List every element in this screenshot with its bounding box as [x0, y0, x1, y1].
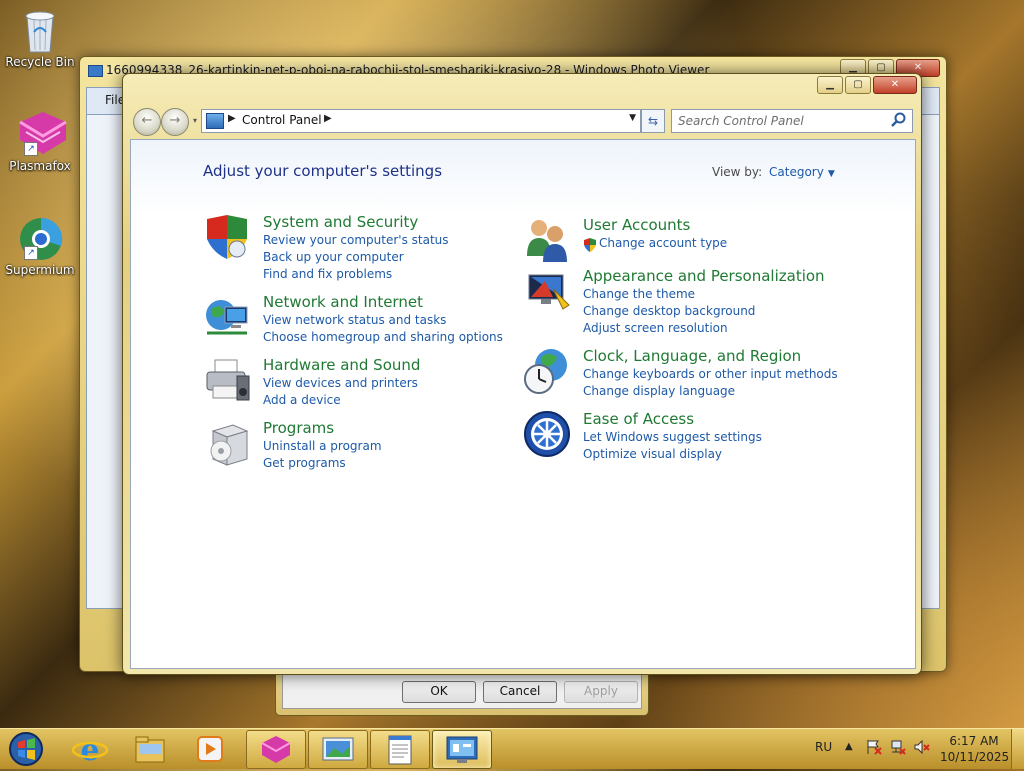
action-center-icon[interactable]	[866, 739, 882, 755]
search-input[interactable]	[676, 112, 890, 130]
link-desktop-background[interactable]: Change desktop background	[583, 304, 755, 318]
category-title[interactable]: Clock, Language, and Region	[583, 347, 801, 365]
photo-viewer-icon	[88, 65, 103, 77]
search-icon[interactable]	[891, 112, 907, 128]
link-change-account-type[interactable]: Change account type	[599, 236, 727, 250]
network-globe-icon[interactable]	[203, 293, 251, 341]
show-hidden-icons-button[interactable]: ▲	[845, 741, 853, 752]
link-network-status[interactable]: View network status and tasks	[263, 313, 446, 327]
view-by-value: Category	[769, 165, 824, 179]
taskbar-control-panel[interactable]	[432, 730, 492, 769]
category-title[interactable]: User Accounts	[583, 216, 690, 234]
link-change-keyboards[interactable]: Change keyboards or other input methods	[583, 367, 838, 381]
monitor-palette-icon[interactable]	[523, 267, 571, 315]
control-panel-content: Adjust your computer's settings View by:…	[130, 139, 916, 669]
link-find-fix-problems[interactable]: Find and fix problems	[263, 267, 392, 281]
shortcut-arrow-icon: ↗	[24, 142, 38, 156]
plasmafox-icon: ↗	[18, 112, 67, 156]
taskbar-notepad[interactable]	[370, 730, 430, 769]
taskbar-media-player[interactable]	[190, 732, 230, 766]
maximize-button[interactable]: ▢	[845, 76, 871, 94]
show-desktop-button[interactable]	[1011, 729, 1024, 769]
minimize-button[interactable]: ▁	[817, 76, 843, 94]
control-panel-window[interactable]: ▁ ▢ ✕ ← → ▾ ▶ Control Panel ▶ ▼ ⇆ Adjust…	[122, 73, 922, 675]
taskbar-file-explorer[interactable]	[130, 732, 170, 766]
category-title[interactable]: Network and Internet	[263, 293, 423, 311]
network-icon[interactable]	[890, 739, 906, 755]
desktop-icon-supermium[interactable]: ↗ Supermium	[0, 216, 80, 277]
taskbar-internet-explorer[interactable]: e	[70, 732, 110, 768]
language-indicator[interactable]: RU	[815, 740, 832, 754]
internet-explorer-icon: e	[71, 733, 109, 768]
link-screen-resolution[interactable]: Adjust screen resolution	[583, 321, 728, 335]
recent-pages-dropdown[interactable]: ▾	[193, 116, 201, 125]
search-box[interactable]	[671, 109, 913, 133]
link-optimize-visual-display[interactable]: Optimize visual display	[583, 447, 722, 461]
link-homegroup-sharing[interactable]: Choose homegroup and sharing options	[263, 330, 503, 344]
control-panel-icon	[446, 736, 478, 763]
link-devices-printers[interactable]: View devices and printers	[263, 376, 418, 390]
refresh-button[interactable]: ⇆	[641, 109, 665, 133]
volume-muted-icon[interactable]	[914, 739, 930, 755]
breadcrumb-arrow-icon[interactable]: ▶	[324, 113, 332, 124]
category-title[interactable]: Ease of Access	[583, 410, 694, 428]
supermium-icon: ↗	[18, 216, 63, 260]
clock-date: 10/11/2025	[940, 750, 1010, 764]
link-suggest-settings[interactable]: Let Windows suggest settings	[583, 430, 762, 444]
link-change-theme[interactable]: Change the theme	[583, 287, 695, 301]
taskbar-plasmafox[interactable]	[246, 730, 306, 769]
start-button[interactable]	[6, 731, 46, 767]
file-explorer-icon	[135, 736, 165, 763]
address-bar[interactable]: ▶ Control Panel ▶ ▼	[201, 109, 641, 133]
shortcut-arrow-icon: ↗	[24, 246, 38, 260]
address-dropdown-icon[interactable]: ▼	[629, 113, 636, 123]
desktop-icon-label: Supermium	[5, 263, 75, 277]
cancel-button[interactable]: Cancel	[483, 681, 557, 703]
link-uninstall-program[interactable]: Uninstall a program	[263, 439, 382, 453]
svg-text:e: e	[80, 733, 99, 766]
control-panel-icon	[206, 113, 224, 129]
clock-time: 6:17 AM	[949, 734, 999, 748]
ease-of-access-icon[interactable]	[523, 410, 571, 458]
uac-shield-icon	[584, 238, 596, 252]
chevron-down-icon: ▼	[827, 169, 835, 179]
category-title[interactable]: Programs	[263, 419, 334, 437]
photo-viewer-icon	[322, 737, 354, 761]
link-back-up[interactable]: Back up your computer	[263, 250, 404, 264]
desktop-icon-label: Plasmafox	[9, 159, 71, 173]
view-by-label: View by:	[712, 165, 763, 179]
category-title[interactable]: Hardware and Sound	[263, 356, 420, 374]
breadcrumb-arrow-icon[interactable]: ▶	[228, 113, 236, 124]
taskbar-photo-viewer[interactable]	[308, 730, 368, 769]
globe-clock-icon[interactable]	[523, 347, 571, 395]
plasmafox-icon	[261, 736, 291, 763]
category-title[interactable]: System and Security	[263, 213, 418, 231]
link-display-language[interactable]: Change display language	[583, 384, 735, 398]
notepad-icon	[388, 735, 412, 765]
taskbar: e RU ▲ 6:17 AM 10/11/2025	[0, 728, 1024, 769]
desktop-icon-plasmafox[interactable]: ↗ Plasmafox	[0, 112, 80, 173]
recycle-bin-icon	[18, 8, 62, 53]
programs-box-icon[interactable]	[203, 419, 251, 467]
link-add-device[interactable]: Add a device	[263, 393, 341, 407]
category-title[interactable]: Appearance and Personalization	[583, 267, 825, 285]
breadcrumb[interactable]: Control Panel	[242, 113, 322, 127]
forward-button[interactable]: →	[161, 108, 189, 136]
desktop-icon-recycle-bin[interactable]: Recycle Bin	[0, 8, 80, 69]
media-player-icon	[197, 736, 223, 762]
shield-icon[interactable]	[203, 213, 251, 261]
view-by-dropdown[interactable]: Category ▼	[769, 165, 835, 179]
start-orb-icon	[9, 732, 43, 766]
back-button[interactable]: ←	[133, 108, 161, 136]
ok-button[interactable]: OK	[402, 681, 476, 703]
clock[interactable]: 6:17 AM 10/11/2025	[940, 733, 1010, 765]
printer-icon[interactable]	[203, 356, 251, 404]
link-get-programs[interactable]: Get programs	[263, 456, 346, 470]
link-review-status[interactable]: Review your computer's status	[263, 233, 449, 247]
apply-button[interactable]: Apply	[564, 681, 638, 703]
page-title: Adjust your computer's settings	[203, 162, 443, 180]
desktop-icon-label: Recycle Bin	[5, 55, 75, 69]
close-button[interactable]: ✕	[873, 76, 917, 94]
users-icon[interactable]	[523, 216, 571, 264]
